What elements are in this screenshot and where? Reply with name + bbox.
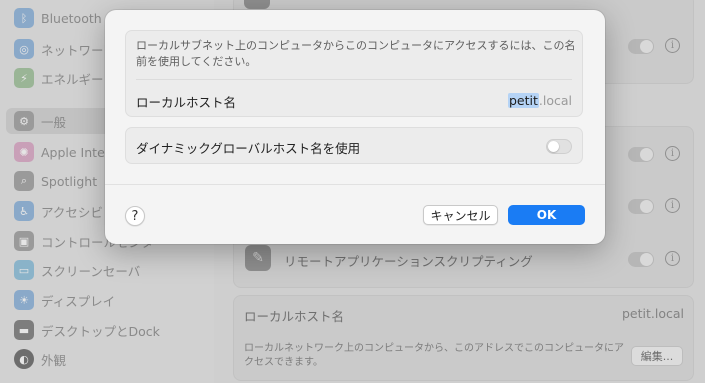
remote-scripting-toggle[interactable]: [628, 252, 654, 267]
apple-intelligence-icon: ✺: [14, 142, 34, 162]
hostname-sheet: ローカルサブネット上のコンピュータからこのコンピュータにアクセスするには、この名…: [105, 10, 605, 244]
sidebar-item-screensaver[interactable]: ▭ スクリーンセーバ: [6, 257, 208, 283]
remote-scripting-label: リモートアプリケーションスクリプティング: [284, 254, 533, 269]
cancel-button[interactable]: キャンセル: [423, 205, 498, 225]
info-icon[interactable]: i: [665, 251, 680, 266]
hostname-label: ローカルホスト名: [136, 95, 237, 110]
hostname-suffix: .local: [538, 93, 572, 108]
screensaver-icon: ▭: [14, 260, 34, 280]
appearance-icon: ◐: [14, 349, 34, 369]
bluetooth-icon: ᛒ: [14, 8, 34, 28]
hostname-selected-text: petit: [507, 93, 539, 108]
sidebar-item-label: 一般: [41, 114, 67, 130]
spotlight-icon: ⌕: [14, 171, 34, 191]
globe-icon: ◎: [14, 39, 34, 59]
dynamic-hostname-label: ダイナミックグローバルホスト名を使用: [136, 141, 361, 156]
dynamic-hostname-toggle[interactable]: [546, 139, 572, 154]
info-icon[interactable]: i: [665, 146, 680, 161]
footer-divider: [105, 184, 605, 185]
bg-hostname-description: ローカルネットワーク上のコンピュータから、このアドレスでこのコンピュータにアクセ…: [244, 343, 624, 368]
sidebar-item-label: Spotlight: [41, 173, 98, 189]
sidebar-item-label: スクリーンセーバ: [41, 263, 141, 279]
sidebar-item-display[interactable]: ☀ ディスプレイ: [6, 287, 208, 313]
dynamic-hostname-group: ダイナミックグローバルホスト名を使用: [125, 127, 583, 164]
sidebar-item-appearance[interactable]: ◐ 外観: [6, 346, 208, 372]
display-icon: ☀: [14, 290, 34, 310]
ok-button[interactable]: OK: [508, 205, 585, 225]
sidebar-item-label: Bluetooth: [41, 10, 102, 26]
divider: [136, 79, 572, 80]
info-icon[interactable]: i: [665, 198, 680, 213]
dock-icon: ▬: [14, 320, 34, 340]
sidebar-item-label: エネルギー: [41, 71, 104, 87]
toggle-knob: [548, 141, 559, 152]
hostname-description: ローカルサブネット上のコンピュータからこのコンピュータにアクセスするには、この名…: [136, 39, 576, 68]
bg-toggle[interactable]: [628, 39, 654, 54]
bg-hostname-label: ローカルホスト名: [244, 309, 345, 324]
bg-toggle[interactable]: [628, 199, 654, 214]
edit-button[interactable]: 編集...: [631, 346, 683, 366]
sidebar-item-label: 外観: [41, 352, 67, 368]
accessibility-icon: ♿: [14, 201, 34, 221]
battery-icon: ⚡: [14, 68, 34, 88]
sidebar-item-label: デスクトップとDock: [41, 323, 160, 339]
bg-hostname-value: petit.local: [622, 306, 684, 321]
help-button[interactable]: ?: [125, 206, 145, 226]
service-icon: [244, 0, 270, 9]
control-center-icon: ▣: [14, 231, 34, 251]
script-icon: ✎: [245, 245, 271, 271]
hostname-group: ローカルサブネット上のコンピュータからこのコンピュータにアクセスするには、この名…: [125, 30, 583, 117]
info-icon[interactable]: i: [665, 38, 680, 53]
sidebar-item-desktop-dock[interactable]: ▬ デスクトップとDock: [6, 317, 208, 343]
hostname-input[interactable]: petit.local: [507, 93, 572, 108]
gear-icon: ⚙: [14, 111, 34, 131]
bg-toggle[interactable]: [628, 147, 654, 162]
sidebar-item-label: ディスプレイ: [41, 293, 116, 309]
